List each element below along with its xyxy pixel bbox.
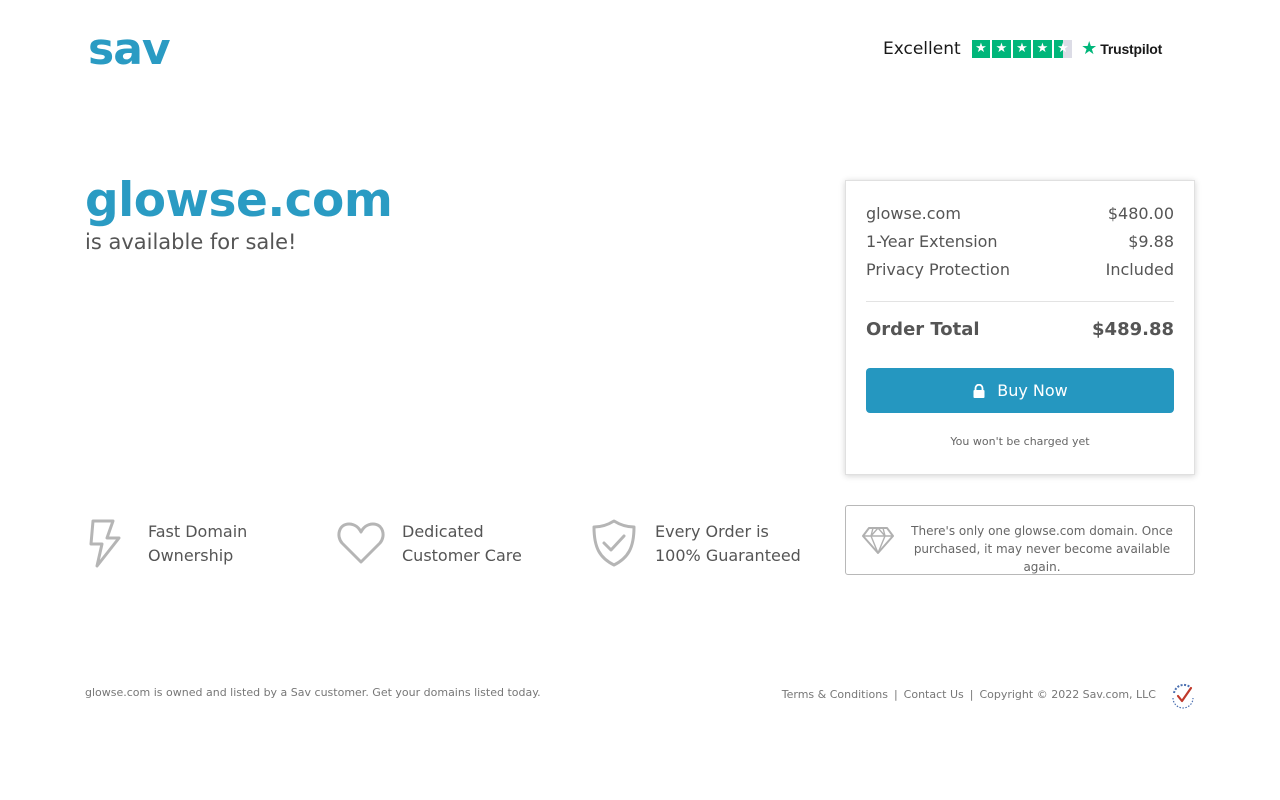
order-line-domain: glowse.com $480.00 bbox=[866, 203, 1174, 231]
feature-text: Dedicated Customer Care bbox=[402, 520, 562, 568]
order-line-extension: 1-Year Extension $9.88 bbox=[866, 231, 1174, 259]
copyright-text: Copyright © 2022 Sav.com, LLC bbox=[979, 688, 1156, 701]
order-divider bbox=[866, 301, 1174, 302]
trustpilot-rating-text: Excellent bbox=[883, 39, 961, 59]
trustpilot-logo: ★ Trustpilot bbox=[1081, 40, 1162, 58]
footer-ownership-text: glowse.com is owned and listed by a Sav … bbox=[85, 686, 541, 699]
order-summary-card: glowse.com $480.00 1-Year Extension $9.8… bbox=[845, 180, 1195, 475]
order-line-privacy: Privacy Protection Included bbox=[866, 259, 1174, 287]
feature-text: Every Order is 100% Guaranteed bbox=[655, 520, 815, 568]
diamond-icon bbox=[862, 527, 894, 554]
feature-fast-ownership: Fast Domain Ownership bbox=[85, 518, 247, 568]
order-line-value: $480.00 bbox=[1107, 204, 1174, 223]
page: sav Excellent ★ ★ ★ ★ ★ ★ Trustpilot glo… bbox=[0, 0, 1280, 800]
feature-text: Fast Domain Ownership bbox=[148, 520, 308, 568]
feature-guaranteed: Every Order is 100% Guaranteed bbox=[590, 518, 801, 568]
buy-now-label: Buy Now bbox=[997, 381, 1068, 400]
order-total-value: $489.88 bbox=[1092, 319, 1174, 340]
charge-note: You won't be charged yet bbox=[950, 435, 1090, 448]
feature-line: Fast Domain bbox=[148, 522, 248, 541]
domain-title: glowse.com bbox=[85, 173, 393, 228]
shield-check-icon bbox=[592, 519, 636, 567]
trustpilot-stars: ★ ★ ★ ★ ★ bbox=[971, 40, 1073, 58]
order-line-label: glowse.com bbox=[866, 204, 961, 223]
unique-domain-notice: There's only one glowse.com domain. Once… bbox=[845, 505, 1195, 575]
buy-now-button[interactable]: Buy Now bbox=[866, 368, 1174, 413]
trustpilot-widget[interactable]: Excellent ★ ★ ★ ★ ★ ★ Trustpilot bbox=[883, 38, 1162, 60]
feature-line: Dedicated bbox=[402, 522, 484, 541]
feature-line: Every Order is bbox=[655, 522, 769, 541]
feature-line: 100% Guaranteed bbox=[655, 546, 801, 565]
order-line-value: Included bbox=[1105, 260, 1174, 279]
order-line-items: glowse.com $480.00 1-Year Extension $9.8… bbox=[866, 203, 1174, 287]
sav-logo[interactable]: sav bbox=[88, 26, 171, 74]
heart-icon bbox=[337, 522, 385, 564]
terms-link[interactable]: Terms & Conditions bbox=[782, 688, 888, 701]
footer-links: Terms & Conditions | Contact Us | Copyri… bbox=[782, 688, 1156, 701]
unique-notice-text: There's only one glowse.com domain. Once… bbox=[911, 524, 1173, 574]
star-icon: ★ bbox=[1012, 40, 1032, 58]
order-line-label: Privacy Protection bbox=[866, 260, 1010, 279]
order-total-label: Order Total bbox=[866, 319, 980, 340]
security-badge-icon[interactable] bbox=[1170, 683, 1196, 709]
trustpilot-star-icon: ★ bbox=[1081, 38, 1098, 59]
feature-line: Customer Care bbox=[402, 546, 522, 565]
order-line-value: $9.88 bbox=[1128, 232, 1174, 251]
trustpilot-brand-name: Trustpilot bbox=[1100, 41, 1163, 57]
order-line-label: 1-Year Extension bbox=[866, 232, 998, 251]
lightning-icon bbox=[89, 519, 121, 568]
feature-customer-care: Dedicated Customer Care bbox=[336, 518, 522, 568]
half-star-icon: ★ bbox=[1053, 40, 1073, 58]
star-icon: ★ bbox=[992, 40, 1011, 58]
star-icon: ★ bbox=[1033, 40, 1052, 58]
star-icon: ★ bbox=[971, 40, 991, 58]
lock-icon bbox=[973, 383, 985, 398]
feature-line: Ownership bbox=[148, 546, 234, 565]
contact-link[interactable]: Contact Us bbox=[904, 688, 964, 701]
order-total-row: Order Total $489.88 bbox=[866, 319, 1174, 340]
footer-separator: | bbox=[969, 688, 974, 701]
domain-subtitle: is available for sale! bbox=[85, 230, 297, 254]
footer-separator: | bbox=[893, 688, 898, 701]
